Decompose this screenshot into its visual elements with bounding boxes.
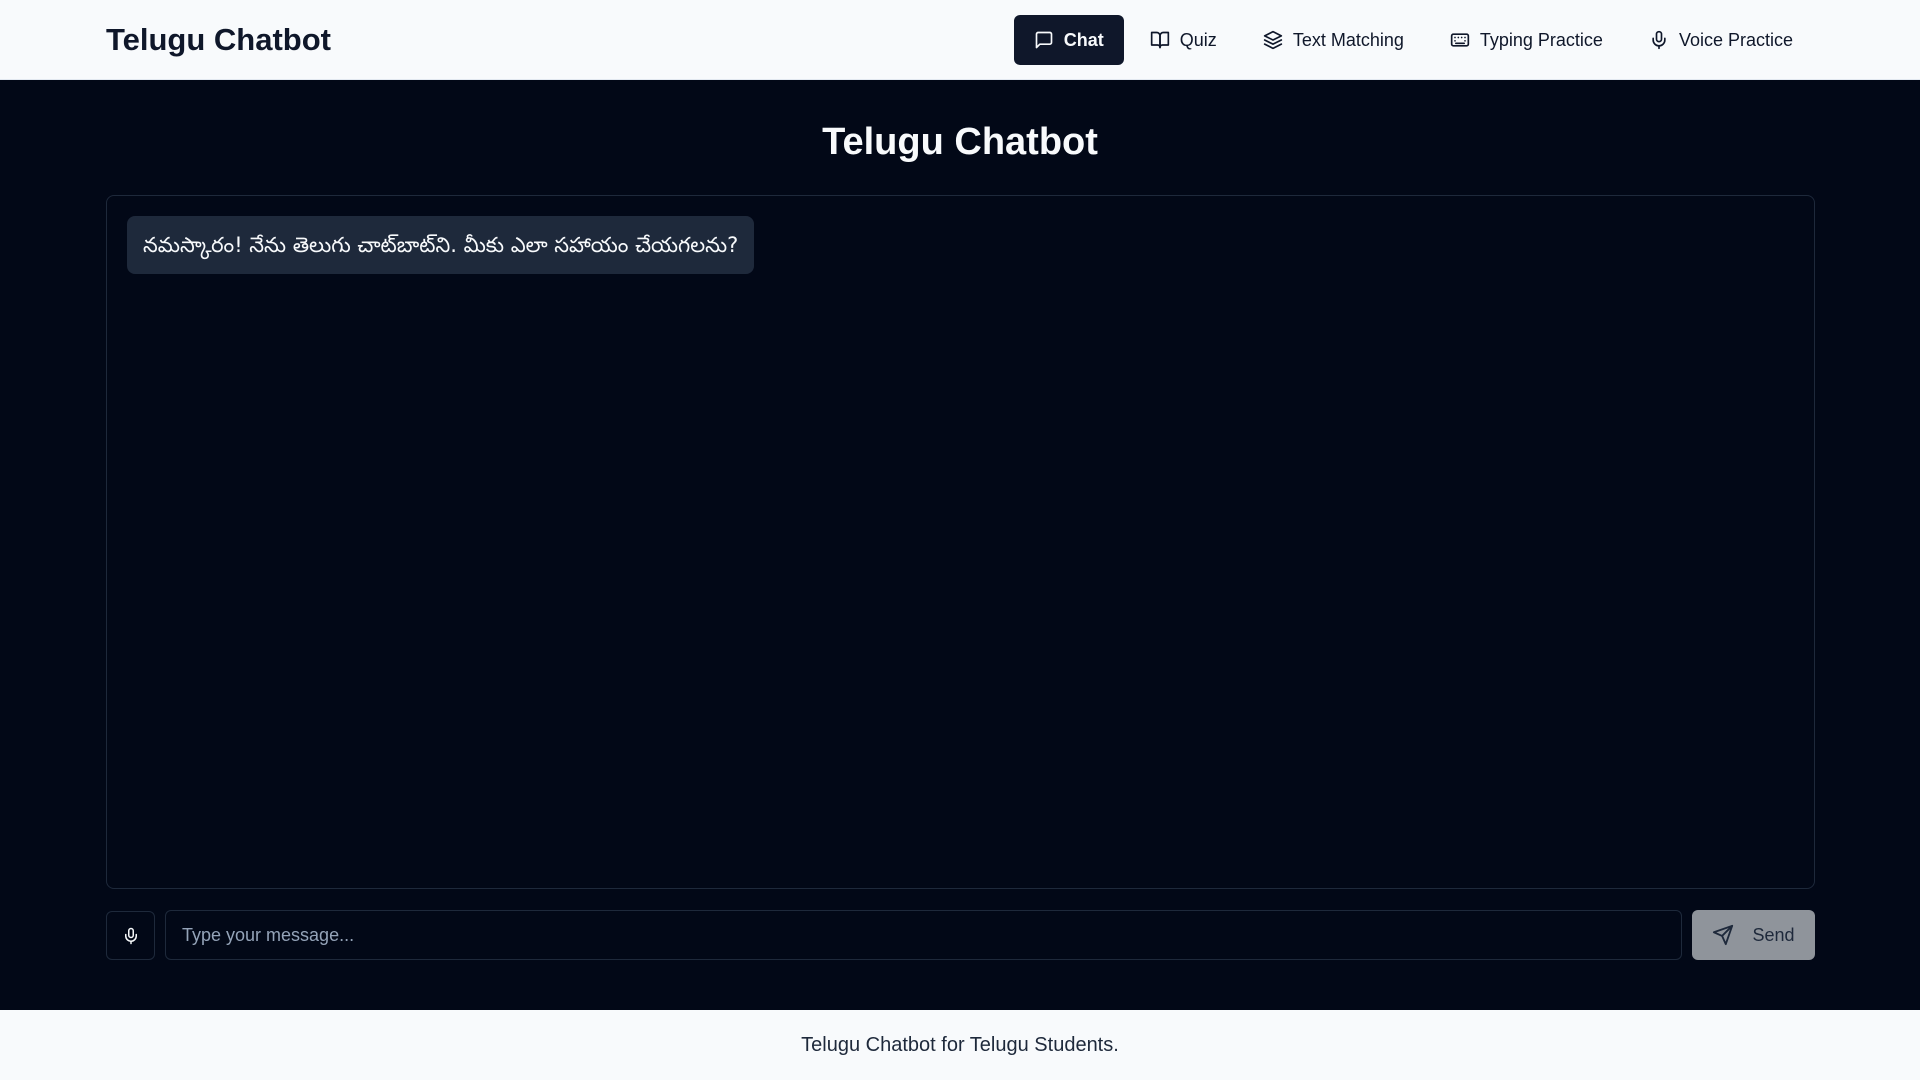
footer-text: Telugu Chatbot for Telugu Students. (801, 1033, 1119, 1056)
nav-tab-label: Text Matching (1292, 29, 1404, 50)
mic-icon (1652, 30, 1666, 50)
nav-tab-chat[interactable]: Chat (1013, 15, 1124, 65)
send-button-label: Send (1752, 924, 1795, 945)
nav-tab-voice-practice[interactable]: Voice Practice (1629, 15, 1813, 65)
voice-input-button[interactable] (106, 911, 155, 960)
nav-tab-typing-practice[interactable]: Typing Practice (1430, 15, 1623, 65)
mic-icon (124, 927, 137, 944)
nav-tab-quiz[interactable]: Quiz (1130, 15, 1237, 65)
nav-tab-label: Chat (1063, 29, 1104, 50)
nav-tab-label: Quiz (1179, 29, 1217, 50)
message-input[interactable] (165, 910, 1682, 960)
book-open-icon (1150, 31, 1169, 49)
send-button[interactable]: Send (1692, 910, 1815, 960)
nav-tab-label: Voice Practice (1678, 29, 1793, 50)
layers-icon (1263, 30, 1282, 50)
brand-title[interactable]: Telugu Chatbot (106, 20, 331, 60)
top-navbar: Telugu Chatbot Chat Quiz Text Matching T… (0, 0, 1920, 80)
message-square-icon (1035, 31, 1053, 49)
footer: Telugu Chatbot for Telugu Students. (0, 1010, 1920, 1080)
bot-message-bubble: నమస్కారం! నేను తెలుగు చాట్‌బాట్‌ని. మీకు… (127, 216, 755, 274)
chat-messages-panel[interactable]: నమస్కారం! నేను తెలుగు చాట్‌బాట్‌ని. మీకు… (106, 195, 1815, 889)
keyboard-icon (1450, 33, 1470, 47)
send-icon (1713, 924, 1734, 946)
nav-tab-text-matching[interactable]: Text Matching (1243, 15, 1424, 65)
nav-tab-label: Typing Practice (1479, 29, 1603, 50)
main-nav: Chat Quiz Text Matching Typing Practice … (1013, 15, 1813, 65)
page-title: Telugu Chatbot (822, 121, 1098, 163)
